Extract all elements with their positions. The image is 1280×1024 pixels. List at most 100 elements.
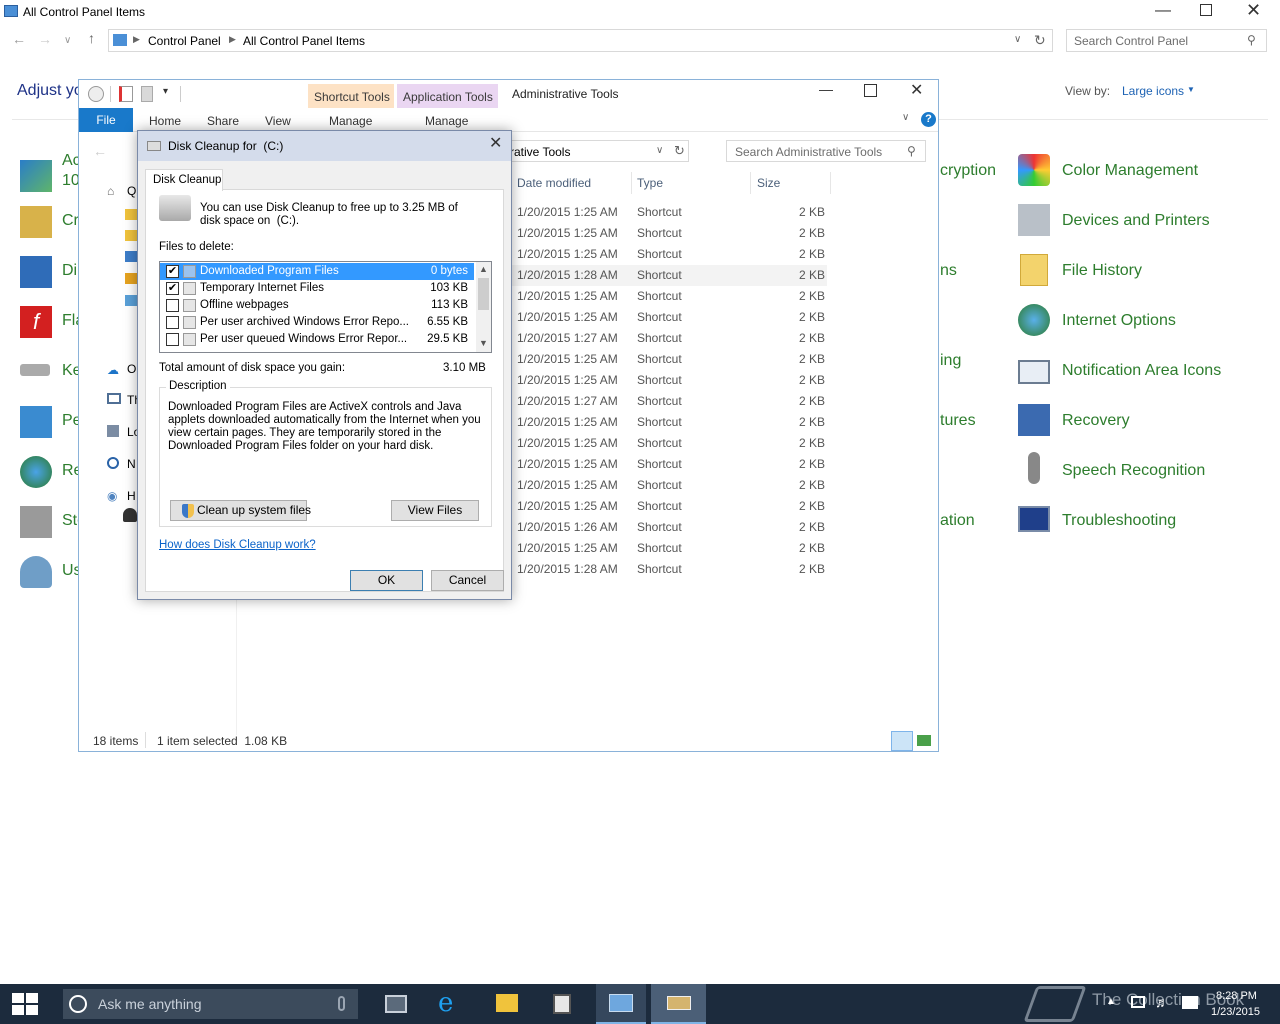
- globe-icon[interactable]: [1018, 304, 1050, 336]
- cp-item-fragment[interactable]: ing: [940, 352, 961, 370]
- table-row[interactable]: 1/20/2015 1:25 AM Shortcut 2 KB: [509, 223, 827, 244]
- show-hidden-icons-icon[interactable]: ▲: [1106, 996, 1116, 1007]
- search-control-panel-box[interactable]: Search Control Panel ⚲: [1066, 29, 1267, 52]
- table-row[interactable]: 1/20/2015 1:25 AM Shortcut 2 KB: [509, 349, 827, 370]
- table-row[interactable]: 1/20/2015 1:28 AM Shortcut 2 KB: [509, 559, 827, 580]
- close-button[interactable]: ✕: [489, 133, 502, 153]
- action-center-icon[interactable]: [1182, 996, 1198, 1009]
- breadcrumb-all-items[interactable]: All Control Panel Items: [243, 34, 365, 48]
- files-to-delete-list[interactable]: Per user queued Windows Error Repor... 29…: [159, 261, 492, 353]
- column-size[interactable]: Size: [757, 176, 780, 190]
- scroll-thumb[interactable]: [478, 278, 489, 310]
- flash-player-icon[interactable]: f: [20, 306, 52, 338]
- view-by-dropdown[interactable]: Large icons: [1122, 84, 1184, 98]
- table-row[interactable]: 1/20/2015 1:25 AM Shortcut 2 KB: [509, 307, 827, 328]
- scroll-up-icon[interactable]: ▲: [479, 264, 488, 274]
- column-divider[interactable]: [631, 172, 632, 194]
- table-row[interactable]: 1/20/2015 1:25 AM Shortcut 2 KB: [509, 286, 827, 307]
- table-row[interactable]: 1/20/2015 1:25 AM Shortcut 2 KB: [509, 433, 827, 454]
- table-row[interactable]: 1/20/2015 1:25 AM Shortcut 2 KB: [509, 475, 827, 496]
- printer-icon[interactable]: [1018, 204, 1050, 236]
- taskbar-control-panel[interactable]: [596, 984, 646, 1024]
- address-dropdown-icon[interactable]: ∨: [656, 145, 663, 156]
- table-row[interactable]: 1/20/2015 1:25 AM Shortcut 2 KB: [509, 454, 827, 475]
- details-view-icon[interactable]: [891, 731, 913, 751]
- clean-up-system-files-button[interactable]: Clean up system files: [170, 500, 311, 521]
- cp-item-devices-and-printers[interactable]: Devices and Printers: [1062, 212, 1210, 230]
- column-date-modified[interactable]: Date modified: [517, 176, 591, 190]
- user-accounts-icon[interactable]: [20, 556, 52, 588]
- address-dropdown-icon[interactable]: ∨: [1014, 34, 1021, 45]
- network-icon[interactable]: [1131, 996, 1145, 1008]
- cp-item-speech-recognition[interactable]: Speech Recognition: [1062, 462, 1205, 480]
- checkbox[interactable]: [166, 299, 179, 312]
- refresh-icon[interactable]: ↻: [1034, 32, 1046, 49]
- recovery-icon[interactable]: [1018, 404, 1050, 436]
- tab-disk-cleanup[interactable]: Disk Cleanup: [145, 169, 223, 191]
- refresh-icon[interactable]: ↻: [674, 143, 685, 159]
- folder-icon[interactable]: [1020, 254, 1048, 286]
- help-icon[interactable]: ?: [921, 112, 936, 127]
- checkbox[interactable]: [166, 333, 179, 346]
- list-item[interactable]: ✔ Temporary Internet Files 103 KB: [160, 280, 474, 297]
- storage-spaces-icon[interactable]: [20, 506, 52, 538]
- list-item[interactable]: Per user archived Windows Error Repo... 6…: [160, 314, 474, 331]
- display-icon[interactable]: [20, 256, 52, 288]
- tab-shortcut-manage[interactable]: Manage: [329, 114, 372, 128]
- cp-item-fragment[interactable]: cryption: [940, 162, 996, 180]
- tab-home[interactable]: Home: [149, 114, 181, 128]
- table-row[interactable]: 1/20/2015 1:27 AM Shortcut 2 KB: [509, 391, 827, 412]
- user-icon[interactable]: [123, 508, 137, 522]
- checkbox[interactable]: [166, 316, 179, 329]
- tab-application-manage[interactable]: Manage: [425, 114, 468, 128]
- keyboard-icon[interactable]: [20, 364, 50, 376]
- homegroup-icon[interactable]: ◉: [107, 489, 117, 503]
- cp-item-fragment[interactable]: ation: [940, 512, 975, 530]
- breadcrumb-chevron-icon[interactable]: ▶: [229, 34, 236, 45]
- up-arrow-icon[interactable]: ↑: [88, 30, 95, 46]
- region-icon[interactable]: [20, 456, 52, 488]
- action-center-icon[interactable]: [20, 160, 52, 192]
- table-row[interactable]: 1/20/2015 1:25 AM Shortcut 2 KB: [509, 244, 827, 265]
- network-icon[interactable]: [107, 457, 119, 469]
- breadcrumb-control-panel[interactable]: Control Panel: [148, 34, 221, 48]
- qat-dropdown-icon[interactable]: ▾: [163, 86, 168, 97]
- close-button[interactable]: ✕: [1246, 0, 1261, 21]
- cancel-button[interactable]: Cancel: [431, 570, 504, 591]
- table-row[interactable]: 1/20/2015 1:25 AM Shortcut 2 KB: [509, 496, 827, 517]
- cp-item-file-history[interactable]: File History: [1062, 262, 1142, 280]
- list-item[interactable]: Offline webpages 113 KB: [160, 297, 474, 314]
- taskbar-disk-cleanup[interactable]: [651, 984, 706, 1024]
- address-bar[interactable]: ▶ Control Panel ▶ All Control Panel Item…: [108, 29, 1053, 52]
- cp-item-internet-options[interactable]: Internet Options: [1062, 312, 1176, 330]
- column-divider[interactable]: [750, 172, 751, 194]
- close-button[interactable]: ✕: [910, 80, 923, 100]
- nav-onedrive[interactable]: O: [127, 362, 136, 376]
- maximize-button[interactable]: [864, 84, 877, 97]
- tab-share[interactable]: Share: [207, 114, 239, 128]
- minimize-button[interactable]: —: [1155, 2, 1171, 20]
- file-explorer-icon[interactable]: [496, 994, 518, 1012]
- credential-manager-icon[interactable]: [20, 206, 52, 238]
- back-arrow-icon[interactable]: ←: [12, 31, 26, 47]
- ok-button[interactable]: OK: [350, 570, 423, 591]
- tab-file[interactable]: File: [79, 108, 133, 132]
- internet-explorer-icon[interactable]: e: [438, 990, 453, 1016]
- checkbox[interactable]: ✔: [166, 282, 179, 295]
- table-row[interactable]: 1/20/2015 1:28 AM Shortcut 2 KB: [509, 265, 827, 286]
- help-link[interactable]: How does Disk Cleanup work?: [159, 539, 316, 551]
- minimize-button[interactable]: —: [819, 81, 833, 97]
- clock-time[interactable]: 8:28 PM: [1216, 990, 1257, 1002]
- ribbon-expand-icon[interactable]: ∨: [902, 112, 909, 123]
- table-row[interactable]: 1/20/2015 1:26 AM Shortcut 2 KB: [509, 517, 827, 538]
- nav-homegroup[interactable]: H: [127, 489, 136, 503]
- cortana-search-box[interactable]: Ask me anything: [63, 989, 358, 1019]
- onedrive-icon[interactable]: ☁: [107, 363, 119, 377]
- back-arrow-icon[interactable]: ←: [93, 143, 107, 159]
- checkbox[interactable]: ✔: [166, 265, 179, 278]
- cp-item-recovery[interactable]: Recovery: [1062, 412, 1130, 430]
- table-row[interactable]: 1/20/2015 1:25 AM Shortcut 2 KB: [509, 370, 827, 391]
- search-icon[interactable]: ⚲: [907, 144, 916, 158]
- cp-item-troubleshooting[interactable]: Troubleshooting: [1062, 512, 1176, 530]
- nav-quick-access[interactable]: Q: [127, 184, 136, 198]
